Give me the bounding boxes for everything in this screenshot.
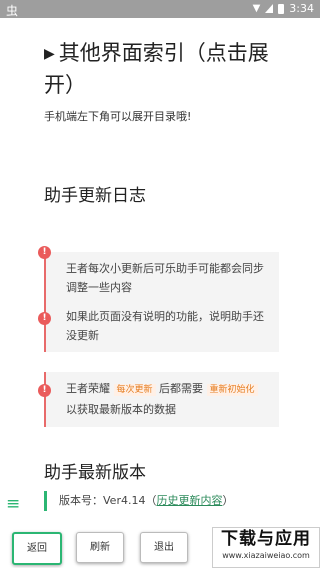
tag-reinitialize: 重新初始化 [206, 384, 258, 396]
page-index-title: 其他界面索引（点击展开） [44, 41, 269, 97]
alert-icon: ! [38, 246, 51, 259]
log-item-3-mid: 后都需要 [159, 382, 204, 395]
tag-every-update: 每次更新 [113, 384, 156, 396]
status-icons: ▼ 3:34 [253, 2, 314, 15]
menu-icon[interactable]: ≡ [6, 496, 20, 513]
latest-version-heading: 助手最新版本 [44, 463, 146, 483]
update-log-heading: 助手更新日志 [44, 186, 146, 206]
log-item-2: ! 如果此页面没有说明的功能，说明助手还没更新 [38, 300, 279, 352]
signal-icon [265, 4, 274, 13]
exit-button[interactable]: 退出 [140, 532, 188, 563]
alert-icon: ! [38, 384, 51, 397]
page-index-toggle[interactable]: ▶ 其他界面索引（点击展开） [44, 38, 284, 101]
watermark-title: 下载与应用 [221, 529, 311, 549]
log-item-2-text: 如果此页面没有说明的功能，说明助手还没更新 [66, 310, 264, 342]
paren-close: ） [222, 494, 234, 507]
expand-arrow-icon: ▶ [44, 46, 55, 62]
log-item-3-suffix: 以获取最新版本的数据 [66, 403, 176, 416]
log-item-1: ! 王者每次小更新后可乐助手可能都会同步调整一些内容 [38, 246, 279, 304]
battery-icon [278, 3, 285, 14]
watermark-url: www.xiazaiweiao.com [222, 551, 310, 560]
back-button[interactable]: 返回 [12, 532, 62, 565]
history-link[interactable]: 历史更新内容 [156, 494, 222, 507]
version-row: 版本号：Ver4.14（历史更新内容） [44, 491, 279, 511]
log-item-3-prefix: 王者荣耀 [66, 382, 110, 395]
version-label: 版本号：Ver4.14 [59, 494, 146, 507]
refresh-button[interactable]: 刷新 [76, 532, 124, 563]
log-item-3: ! 王者荣耀 每次更新 后都需要 重新初始化 以获取最新版本的数据 [38, 372, 279, 427]
paren-open: （ [145, 494, 157, 507]
wifi-icon: ▼ [252, 3, 261, 14]
watermark-logo: 下载与应用 www.xiazaiweiao.com [212, 527, 320, 568]
status-time: 3:34 [289, 2, 314, 15]
status-bar: 虫 ▼ 3:34 [0, 0, 320, 18]
alert-icon: ! [38, 312, 51, 325]
app-notification-icon: 虫 [6, 4, 19, 18]
log-item-1-text: 王者每次小更新后可乐助手可能都会同步调整一些内容 [66, 262, 264, 294]
directory-hint: 手机端左下角可以展开目录哦! [44, 110, 192, 123]
